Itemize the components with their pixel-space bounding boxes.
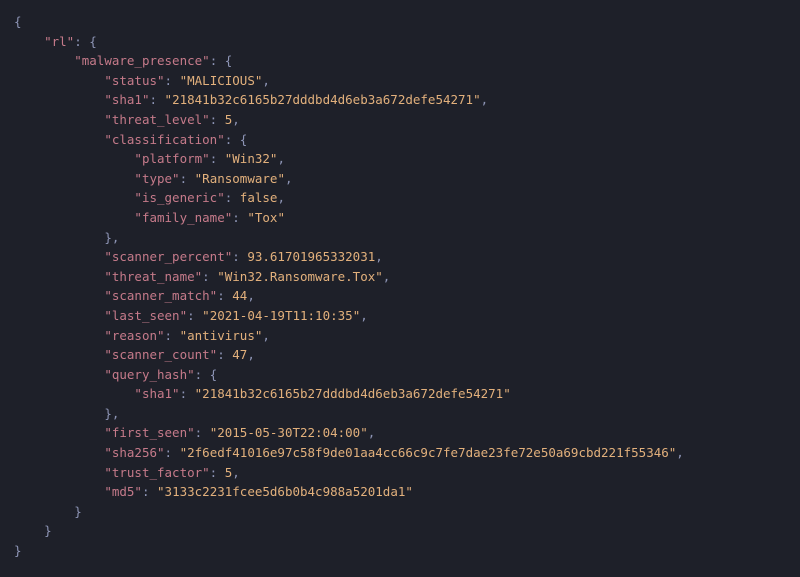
json-string-value: "Win32.Ransomware.Tox" <box>217 269 383 284</box>
json-viewer: { "rl": { "malware_presence": { "status"… <box>0 0 800 573</box>
json-string-value: "Tox" <box>247 210 285 225</box>
json-string-value: "Ransomware" <box>195 171 285 186</box>
json-string-value: "MALICIOUS" <box>180 73 263 88</box>
json-string-value: "2f6edf41016e97c58f9de01aa4cc66c9c7fe7da… <box>180 445 677 460</box>
json-string-value: "21841b32c6165b27dddbd4d6eb3a672defe5427… <box>195 386 511 401</box>
json-string-value: "21841b32c6165b27dddbd4d6eb3a672defe5427… <box>165 92 481 107</box>
json-boolean-value: false <box>240 190 278 205</box>
json-string-value: "2015-05-30T22:04:00" <box>210 425 368 440</box>
json-string-value: "Win32" <box>225 151 278 166</box>
json-string-value: "3133c2231fcee5d6b0b4c988a5201da1" <box>157 484 413 499</box>
json-string-value: "2021-04-19T11:10:35" <box>202 308 360 323</box>
json-string-value: "antivirus" <box>180 328 263 343</box>
json-number-value: 93.61701965332031 <box>247 249 375 264</box>
json-number-value: 47 <box>232 347 247 362</box>
json-number-value: 44 <box>232 288 247 303</box>
